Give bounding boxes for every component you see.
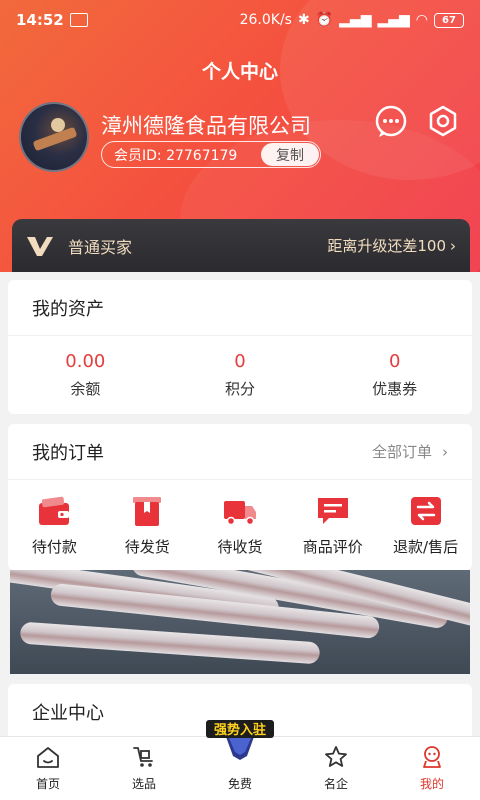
network-speed: 26.0K/s — [239, 12, 292, 28]
settings-icon[interactable] — [426, 104, 460, 138]
wallet-icon — [39, 496, 70, 525]
tab-label: 名企 — [323, 777, 348, 791]
battery-icon: 67 — [434, 12, 464, 28]
page-title: 个人中心 — [201, 61, 278, 83]
all-orders-label: 全部订单 — [371, 443, 432, 461]
order-pending-receipt[interactable]: 待收货 — [194, 480, 287, 570]
truck-icon — [223, 500, 256, 525]
member-id-pill: 会员ID: 27767179 复制 — [101, 141, 321, 168]
tab-label: 首页 — [35, 777, 60, 791]
balance-label: 余额 — [70, 380, 101, 398]
coupons-label: 优惠券 — [372, 380, 418, 398]
points-label: 积分 — [225, 380, 256, 398]
assets-title: 我的资产 — [32, 298, 104, 320]
balance-value: 0.00 — [65, 351, 106, 372]
status-bar: 14:52 26.0K/s ✱ ⏰ ▂▄▆ ▂▄▆ ◠ 67 — [16, 8, 464, 32]
member-id: 会员ID: 27767179 — [114, 147, 238, 164]
assets-header: 我的资产 — [8, 280, 472, 336]
company-name: 漳州德隆食品有限公司 — [101, 114, 311, 138]
chevron-right-icon: › — [450, 236, 456, 255]
tab-mine[interactable]: 我的 — [384, 737, 480, 800]
alarm-icon: ⏰ — [315, 12, 334, 28]
free-badge-icon[interactable]: 强势入驻 — [203, 716, 277, 760]
tab-label: 免费 — [227, 777, 252, 791]
signal-icon: ▂▄▆ — [339, 12, 372, 28]
star-icon — [325, 746, 347, 767]
vip-bar[interactable]: 普通买家 距离升级还差100 › — [12, 219, 470, 272]
all-orders-link[interactable]: 全部订单 › — [372, 441, 448, 462]
user-icon — [423, 746, 441, 768]
upgrade-link[interactable]: 距离升级还差100 › — [327, 235, 456, 256]
tab-home[interactable]: 首页 — [0, 737, 96, 800]
sim-icon — [69, 13, 88, 27]
tab-label: 选品 — [131, 777, 156, 791]
order-label: 退款/售后 — [393, 537, 459, 556]
orders-card: 我的订单 全部订单 › 待付款 待发货 待收货 商品评价 退款/售后 — [8, 424, 472, 570]
avatar[interactable] — [19, 102, 89, 172]
package-icon — [133, 496, 162, 526]
tab-label: 我的 — [419, 777, 444, 791]
enterprise-title: 企业中心 — [32, 703, 104, 724]
upgrade-text: 距离升级还差100 — [327, 237, 446, 255]
points-value: 0 — [234, 351, 246, 372]
cart-icon — [133, 747, 153, 767]
tab-select[interactable]: 选品 — [96, 737, 192, 800]
comment-icon — [317, 497, 348, 524]
status-time: 14:52 — [16, 11, 64, 29]
signal-icon: ▂▄▆ — [377, 12, 410, 28]
balance-item[interactable]: 0.00 余额 — [8, 336, 163, 414]
coupons-item[interactable]: 0 优惠券 — [317, 336, 472, 414]
vip-level: 普通买家 — [68, 237, 133, 257]
badge-text: 强势入驻 — [214, 722, 266, 738]
promo-banner[interactable] — [10, 570, 470, 674]
wifi-icon: ◠ — [415, 12, 428, 28]
order-review[interactable]: 商品评价 — [286, 480, 379, 570]
order-label: 商品评价 — [302, 537, 363, 556]
tab-famous-companies[interactable]: 名企 — [288, 737, 384, 800]
chevron-right-icon: › — [442, 442, 448, 461]
order-pending-payment[interactable]: 待付款 — [8, 480, 101, 570]
orders-header: 我的订单 全部订单 › — [8, 424, 472, 480]
home-icon — [37, 747, 59, 768]
order-pending-shipment[interactable]: 待发货 — [101, 480, 194, 570]
order-label: 待发货 — [124, 537, 170, 556]
order-label: 待收货 — [217, 537, 263, 556]
assets-card: 我的资产 0.00 余额 0 积分 0 优惠券 — [8, 280, 472, 414]
coupons-value: 0 — [388, 351, 401, 372]
copy-button[interactable]: 复制 — [261, 143, 319, 166]
vip-logo-icon — [27, 236, 53, 256]
order-refund[interactable]: 退款/售后 — [379, 480, 472, 570]
message-icon[interactable] — [374, 104, 408, 138]
points-item[interactable]: 0 积分 — [163, 336, 318, 414]
orders-title: 我的订单 — [32, 442, 104, 464]
order-label: 待付款 — [31, 537, 77, 556]
exchange-icon — [410, 496, 441, 525]
bluetooth-icon: ✱ — [297, 12, 310, 28]
